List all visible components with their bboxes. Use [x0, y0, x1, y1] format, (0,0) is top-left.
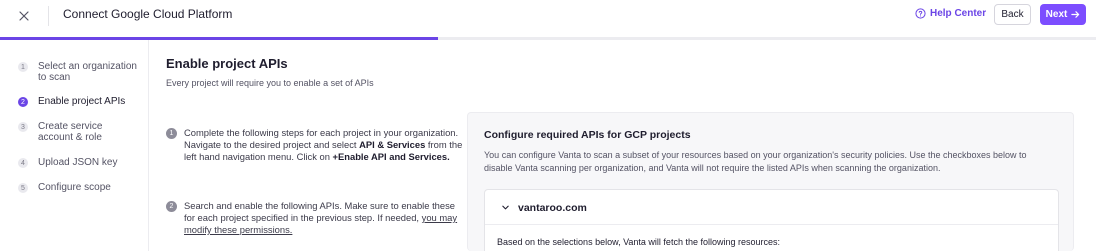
step-label: Select an organization to scan — [38, 61, 137, 83]
close-icon — [19, 11, 29, 21]
step-number: 3 — [18, 122, 28, 132]
step-label: Create service account & role — [38, 121, 103, 143]
step-select-organization[interactable]: 1 Select an organization to scan — [18, 61, 138, 83]
step-number: 2 — [18, 97, 28, 107]
header-divider — [48, 6, 49, 26]
org-description: Based on the selections below, Vanta wil… — [497, 237, 780, 247]
close-button[interactable] — [14, 6, 34, 26]
panel-description: You can configure Vanta to scan a subset… — [484, 150, 1027, 173]
step-number: 1 — [18, 62, 28, 72]
chevron-down-icon — [502, 205, 509, 210]
step-number: 4 — [18, 158, 28, 168]
next-label: Next — [1045, 9, 1068, 20]
next-button[interactable]: Next — [1040, 4, 1086, 25]
arrow-right-icon — [1071, 11, 1080, 18]
steps-sidebar: 1 Select an organization to scan 2 Enabl… — [0, 40, 149, 251]
panel-title: Configure required APIs for GCP projects — [484, 129, 691, 141]
instruction-number: 1 — [166, 128, 177, 139]
help-center-link[interactable]: Help Center — [915, 8, 986, 19]
instruction-number: 2 — [166, 201, 177, 212]
page-title: Connect Google Cloud Platform — [63, 7, 233, 21]
step-create-service-account[interactable]: 3 Create service account & role — [18, 121, 138, 143]
step-label: Configure scope — [38, 182, 111, 193]
top-bar: Connect Google Cloud Platform Help Cente… — [0, 0, 1096, 32]
org-accordion-header[interactable]: vantaroo.com — [485, 190, 1058, 225]
step-configure-scope[interactable]: 5 Configure scope — [18, 182, 138, 193]
step-label: Upload JSON key — [38, 157, 118, 168]
step-number: 5 — [18, 183, 28, 193]
instruction-text: Complete the following steps for each pr… — [184, 127, 463, 162]
org-name: vantaroo.com — [518, 202, 587, 214]
instruction-step-2: 2 Search and enable the following APIs. … — [166, 200, 464, 236]
step-upload-json-key[interactable]: 4 Upload JSON key — [18, 157, 138, 168]
help-circle-icon — [915, 8, 926, 19]
help-center-label: Help Center — [930, 8, 987, 19]
instruction-text: Search and enable the following APIs. Ma… — [184, 200, 458, 235]
back-button[interactable]: Back — [994, 4, 1031, 25]
org-accordion: vantaroo.com Based on the selections bel… — [484, 189, 1059, 251]
step-label: Enable project APIs — [38, 96, 126, 107]
progress-bar — [0, 37, 1096, 40]
section-subtitle: Every project will require you to enable… — [166, 78, 374, 88]
section-title: Enable project APIs — [166, 56, 288, 71]
instruction-step-1: 1 Complete the following steps for each … — [166, 127, 464, 163]
config-apis-panel: Configure required APIs for GCP projects… — [467, 112, 1074, 251]
step-enable-project-apis[interactable]: 2 Enable project APIs — [18, 96, 138, 107]
